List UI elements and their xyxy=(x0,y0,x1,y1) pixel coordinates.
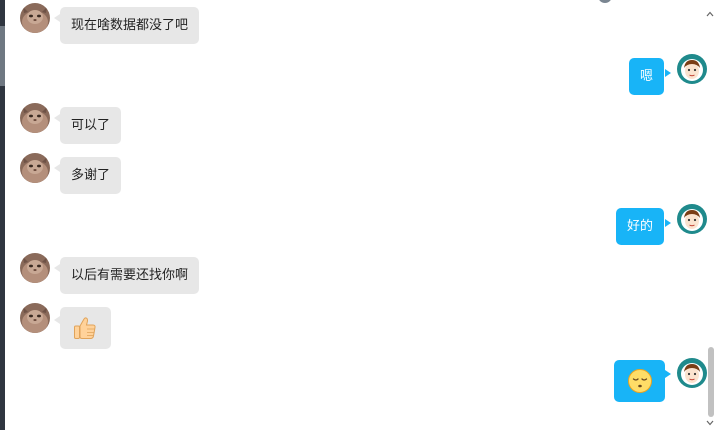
message-outgoing: 好的 xyxy=(0,150,718,250)
bubble-tail xyxy=(665,69,671,77)
message-incoming: 可以了 xyxy=(0,100,718,150)
thumbs-up-icon xyxy=(74,317,96,339)
bubble-tail xyxy=(665,370,671,378)
message-bubble[interactable]: 好的 xyxy=(616,208,665,245)
chat-scrollbar[interactable] xyxy=(702,0,718,430)
message-incoming: 以后有需要还找你啊 xyxy=(0,250,718,300)
message-outgoing xyxy=(0,350,718,410)
bubble-tail xyxy=(665,219,671,227)
cat-avatar-icon xyxy=(20,303,50,333)
emoji-bubble[interactable] xyxy=(60,307,111,349)
chevron-down-icon[interactable] xyxy=(706,419,714,427)
emoji-bubble[interactable] xyxy=(614,360,665,402)
message-bubble[interactable]: 以后有需要还找你啊 xyxy=(60,257,200,294)
relieved-face-icon xyxy=(628,369,652,393)
chevron-up-icon[interactable] xyxy=(706,10,714,18)
message-bubble[interactable]: 可以了 xyxy=(60,107,122,144)
message-outgoing: 嗯 xyxy=(0,0,718,100)
cat-avatar-icon xyxy=(20,103,50,133)
chat-window: 现在啥数据都没了吧 嗯 可以了 多谢了 好的 以后有需要还找你啊 xyxy=(0,0,718,430)
message-incoming xyxy=(0,300,718,355)
contact-avatar[interactable] xyxy=(20,303,50,333)
message-bubble[interactable]: 嗯 xyxy=(629,58,665,95)
scrollbar-thumb[interactable] xyxy=(708,347,714,417)
contact-avatar[interactable] xyxy=(20,103,50,133)
contact-avatar[interactable] xyxy=(20,253,50,283)
cat-avatar-icon xyxy=(20,253,50,283)
